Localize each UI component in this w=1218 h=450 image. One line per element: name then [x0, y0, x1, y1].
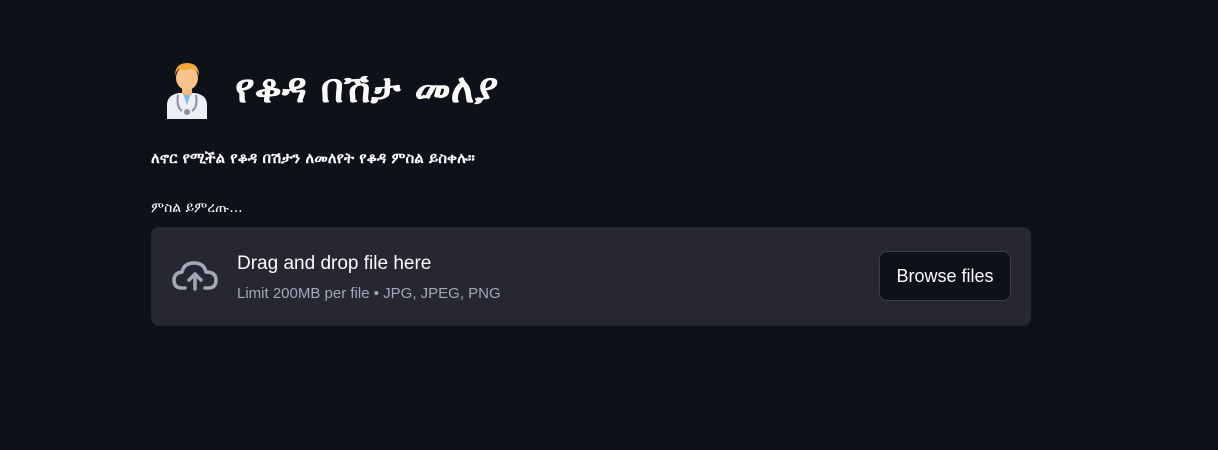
drag-drop-text: Drag and drop file here [237, 253, 432, 274]
page-header: የቆዳ በሽታ መለያ [161, 56, 498, 122]
file-uploader-label: ምስል ይምረጡ... [151, 200, 243, 216]
file-dropzone[interactable]: Drag and drop file here Limit 200MB per … [151, 227, 1031, 326]
browse-files-button[interactable]: Browse files [879, 251, 1011, 301]
health-worker-icon [161, 59, 213, 119]
page-description: ለኖር የሚችል የቆዳ በሽታን ለመለየት የቆዳ ምስል ይስቀሉ። [151, 149, 475, 167]
dropzone-instructions: Drag and drop file here Limit 200MB per … [237, 251, 501, 306]
cloud-upload-icon [171, 258, 219, 294]
page-title: የቆዳ በሽታ መለያ [235, 66, 499, 112]
file-limit-text: Limit 200MB per file • JPG, JPEG, PNG [237, 285, 501, 302]
